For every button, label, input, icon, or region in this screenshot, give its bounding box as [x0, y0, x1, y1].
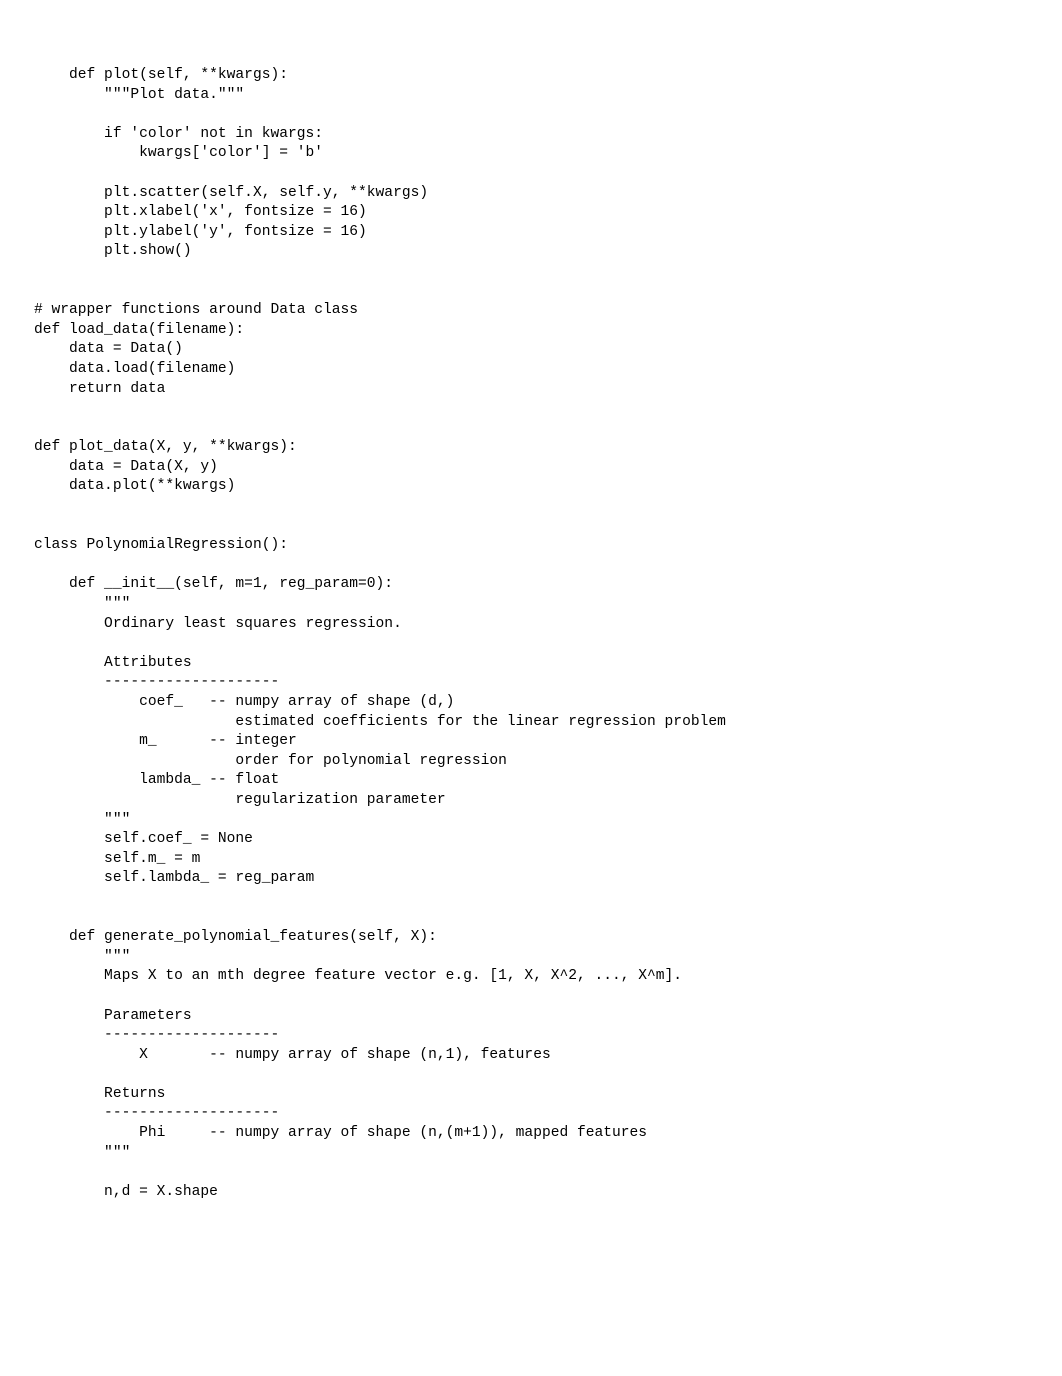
code-block: def plot(self, **kwargs): """Plot data."… [34, 66, 1028, 1202]
